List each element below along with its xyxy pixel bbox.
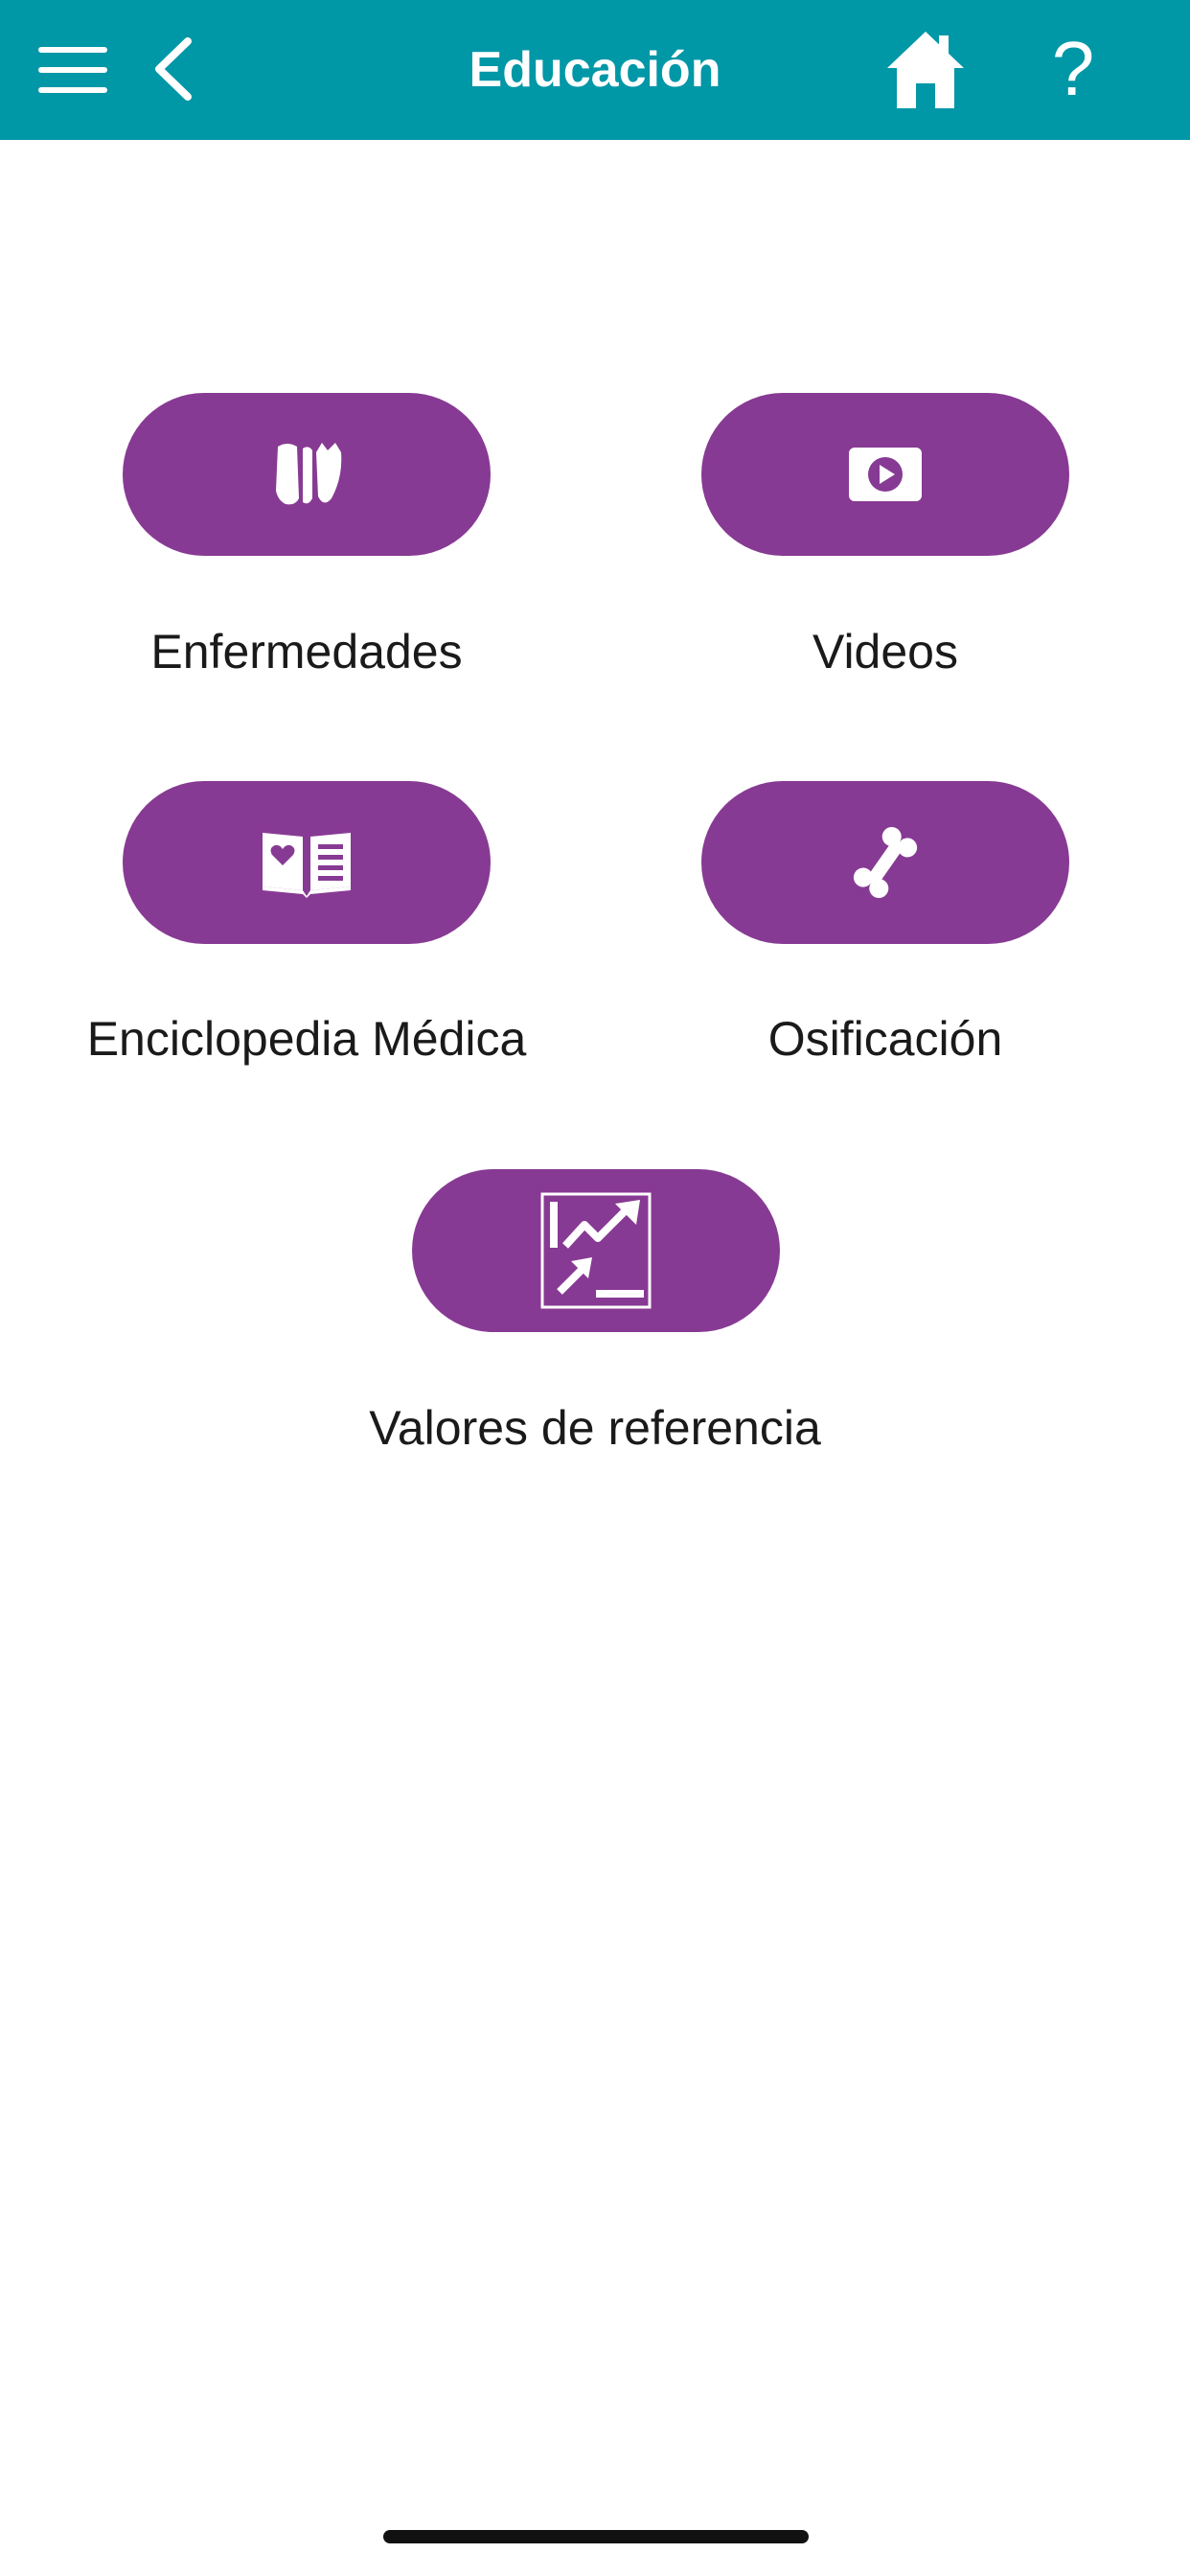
top-bar: Educación ? — [0, 0, 1190, 140]
valores-de-referencia-label: Valores de referencia — [369, 1401, 821, 1455]
organs-icon — [276, 443, 342, 505]
videos-label: Videos — [812, 625, 958, 678]
enciclopedia-medica-label: Enciclopedia Médica — [86, 1012, 527, 1066]
enfermedades-button[interactable] — [123, 393, 491, 556]
osificacion-button[interactable] — [701, 781, 1069, 944]
enciclopedia-medica-button[interactable] — [123, 781, 491, 944]
videos-button[interactable] — [701, 393, 1069, 556]
open-book-heart-icon — [263, 833, 351, 898]
bone-icon — [853, 826, 918, 899]
enfermedades-label: Enfermedades — [150, 625, 463, 678]
help-button[interactable]: ? — [1035, 25, 1111, 113]
home-indicator — [383, 2530, 809, 2543]
page-title: Educación — [469, 42, 721, 98]
home-button[interactable] — [883, 25, 968, 113]
valores-de-referencia-button[interactable] — [412, 1169, 780, 1332]
play-video-icon — [849, 448, 922, 501]
osificacion-label: Osificación — [767, 1012, 1003, 1066]
home-icon — [887, 32, 964, 108]
trend-chart-icon — [540, 1192, 652, 1309]
